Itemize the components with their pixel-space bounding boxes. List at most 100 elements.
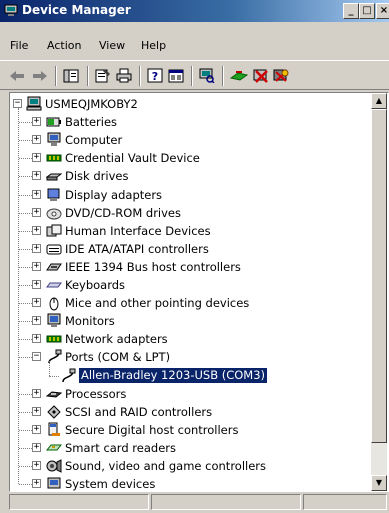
- battery-icon: [46, 117, 61, 127]
- tree-child-item[interactable]: Allen-Bradley 1203-USB (COM3): [10, 360, 371, 385]
- system-device-icon: [47, 477, 61, 489]
- expand-icon[interactable]: +: [32, 243, 41, 253]
- tree-category-item[interactable]: + IDE ATA/ATAPI controllers: [10, 240, 371, 258]
- tree-root[interactable]: − USMEQJMKOBY2: [10, 95, 371, 113]
- tree-category-item[interactable]: + Computer: [10, 131, 371, 149]
- status-bar: [9, 492, 387, 511]
- expand-icon[interactable]: +: [32, 261, 41, 271]
- expand-icon[interactable]: +: [32, 406, 41, 416]
- tree-connector-line: [19, 266, 32, 268]
- collapse-icon[interactable]: −: [13, 99, 22, 108]
- tree-category-item[interactable]: + Smart card readers: [10, 439, 371, 457]
- tree-item-label: Credential Vault Device: [65, 151, 200, 166]
- tree-connector-line: [19, 466, 32, 467]
- properties-icon[interactable]: [94, 67, 112, 84]
- tree-connector-line: [19, 357, 32, 359]
- tree-item-label: Smart card readers: [65, 440, 176, 455]
- tree-category-item[interactable]: + Batteries: [10, 113, 371, 131]
- expand-icon[interactable]: +: [32, 280, 41, 289]
- expand-icon[interactable]: +: [32, 207, 41, 217]
- tree-category-item[interactable]: + Mice and other pointing devices: [10, 294, 371, 312]
- print-icon[interactable]: [115, 67, 133, 84]
- menu-bar: File Action View Help: [0, 35, 389, 57]
- expand-icon[interactable]: +: [32, 424, 41, 434]
- computer-icon: [26, 96, 42, 111]
- tree-category-item[interactable]: + IEEE 1394 Bus host controllers: [10, 258, 371, 276]
- tree-category-item[interactable]: + Processors: [10, 385, 371, 403]
- expand-icon[interactable]: +: [32, 189, 41, 199]
- toolbar-separator: [139, 66, 141, 86]
- tree-category-item[interactable]: + Display adapters: [10, 186, 371, 204]
- window-title: Device Manager: [22, 3, 131, 17]
- tree-item-label: Network adapters: [65, 332, 168, 347]
- tree-category-item[interactable]: + Network adapters: [10, 330, 371, 348]
- network-adapter-icon: [46, 335, 62, 343]
- expand-icon[interactable]: +: [32, 225, 41, 235]
- tree-category-item[interactable]: + Credential Vault Device: [10, 149, 371, 167]
- console-icon[interactable]: [167, 67, 185, 84]
- tree-connector-line: [19, 212, 32, 214]
- expand-icon[interactable]: +: [32, 117, 41, 127]
- tree-category-item[interactable]: + Sound, video and game controllers: [10, 457, 371, 475]
- expand-icon[interactable]: +: [32, 316, 41, 326]
- tree-category-item[interactable]: − Ports (COM & LPT): [10, 348, 371, 366]
- ieee1394-icon: [46, 263, 62, 271]
- tree-category-item[interactable]: + Monitors: [10, 312, 371, 330]
- tree-item-label: IDE ATA/ATAPI controllers: [65, 241, 209, 256]
- tree-item-label: Keyboards: [65, 278, 126, 292]
- expand-icon[interactable]: +: [32, 153, 41, 163]
- expand-icon[interactable]: +: [32, 388, 41, 398]
- dvd-drive-icon: [46, 208, 62, 220]
- tree-connector-line: [19, 339, 32, 341]
- sound-icon: [46, 459, 62, 473]
- expand-icon[interactable]: +: [32, 442, 41, 452]
- tree-category-item[interactable]: + System devices: [10, 475, 371, 491]
- tree-item-label: Mice and other pointing devices: [65, 296, 250, 311]
- tree-connector-line: [19, 429, 32, 431]
- tree-item-label: Sound, video and game controllers: [65, 459, 267, 473]
- scroll-up-button[interactable]: ▲: [371, 93, 387, 109]
- tree-view-icon[interactable]: [62, 67, 80, 84]
- tree-item-label: Batteries: [65, 115, 118, 130]
- maximize-button[interactable]: □: [359, 3, 375, 19]
- help-icon[interactable]: ?: [146, 67, 164, 84]
- expand-icon[interactable]: +: [32, 298, 41, 308]
- vertical-scrollbar[interactable]: ▲ ▼: [371, 93, 387, 491]
- minimize-button[interactable]: _: [343, 3, 359, 19]
- expand-icon[interactable]: +: [32, 479, 41, 489]
- tree-category-item[interactable]: + Keyboards: [10, 276, 371, 294]
- back-icon[interactable]: [8, 67, 26, 84]
- scroll-thumb[interactable]: [371, 109, 387, 443]
- tree-connector-line: [19, 194, 32, 196]
- collapse-icon[interactable]: −: [32, 352, 41, 362]
- tree-connector-line: [19, 248, 32, 250]
- menu-action[interactable]: Action: [47, 39, 81, 52]
- tree-item-label: System devices: [65, 477, 156, 491]
- menu-help[interactable]: Help: [141, 39, 166, 52]
- expand-icon[interactable]: +: [32, 334, 41, 344]
- tree-category-item[interactable]: + DVD/CD-ROM drives: [10, 204, 371, 222]
- update-driver-icon[interactable]: [230, 67, 248, 84]
- forward-icon[interactable]: [31, 67, 49, 84]
- tree-item-label: Display adapters: [65, 187, 163, 202]
- processor-icon: [46, 391, 62, 398]
- credential-vault-icon: [46, 154, 62, 162]
- menu-view[interactable]: View: [99, 39, 125, 52]
- expand-icon[interactable]: +: [32, 171, 41, 181]
- tree-item-label: Monitors: [65, 314, 115, 329]
- expand-icon[interactable]: +: [32, 461, 41, 470]
- close-button[interactable]: ×: [376, 3, 389, 19]
- scan-hardware-icon[interactable]: [198, 67, 216, 84]
- expand-icon[interactable]: +: [32, 135, 41, 145]
- tree-connector-line: [19, 122, 32, 124]
- tree-category-item[interactable]: + Human Interface Devices: [10, 222, 371, 240]
- scroll-down-button[interactable]: ▼: [371, 475, 387, 491]
- menu-file[interactable]: File: [10, 39, 28, 52]
- tree-category-item[interactable]: + Disk drives: [10, 167, 371, 185]
- selected-device-label: Allen-Bradley 1203-USB (COM3): [79, 367, 268, 383]
- tree-category-item[interactable]: + Secure Digital host controllers: [10, 421, 371, 439]
- uninstall-icon[interactable]: [252, 67, 270, 84]
- disable-icon[interactable]: [272, 67, 290, 84]
- tree-connector-line: [19, 285, 32, 286]
- tree-category-item[interactable]: + SCSI and RAID controllers: [10, 403, 371, 421]
